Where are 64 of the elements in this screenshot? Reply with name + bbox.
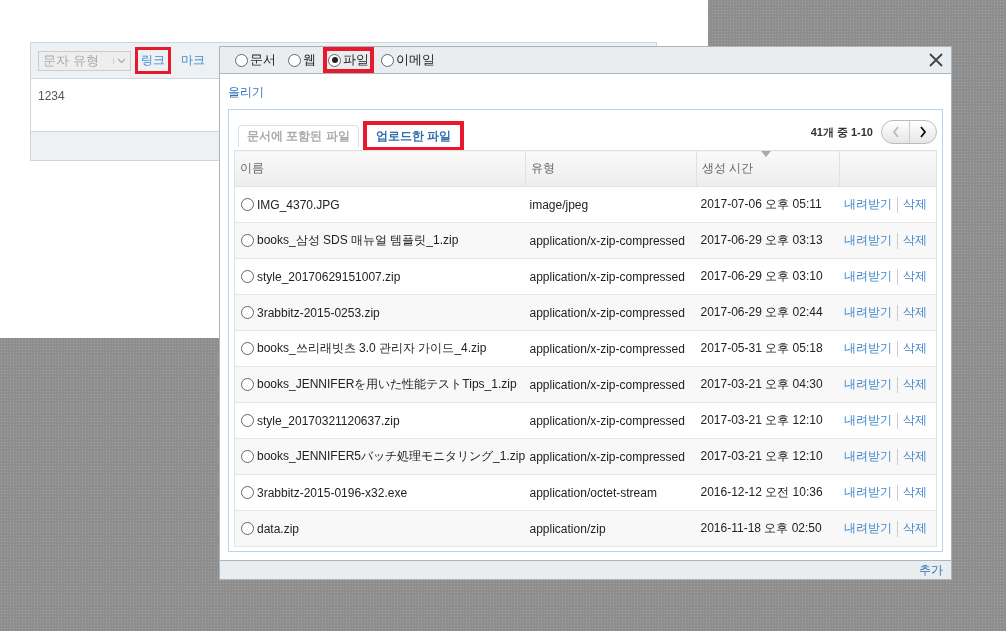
table-cell: 2016-12-12 오전 10:36 <box>696 474 840 511</box>
file-tab[interactable]: 문서에 포함된 파일 <box>238 125 359 147</box>
editor-text: 1234 <box>38 89 65 103</box>
download-link[interactable]: 내려받기 <box>843 521 892 535</box>
delete-link[interactable]: 삭제 <box>902 233 927 247</box>
column-header[interactable]: 유형 <box>525 150 697 187</box>
download-link[interactable]: 내려받기 <box>843 449 892 463</box>
download-link[interactable]: 내려받기 <box>843 377 892 391</box>
delete-link[interactable]: 삭제 <box>902 305 927 319</box>
table-cell: 2016-11-18 오후 02:50 <box>696 510 840 547</box>
close-icon[interactable] <box>929 53 943 67</box>
file-radio[interactable]: style_20170629151007.zip <box>237 269 522 284</box>
chevron-down-icon <box>113 57 126 64</box>
table-cell: 2017-03-21 오후 04:30 <box>696 366 840 403</box>
delete-link[interactable]: 삭제 <box>902 485 927 499</box>
file-radio[interactable]: IMG_4370.JPG <box>237 197 522 212</box>
download-link[interactable]: 내려받기 <box>843 485 892 499</box>
table-cell: application/x-zip-compressed <box>525 330 697 367</box>
source-radio[interactable]: 문서 <box>234 51 277 69</box>
source-radio[interactable]: 웹 <box>287 51 317 69</box>
table-cell: 2017-06-29 오후 03:13 <box>696 222 840 259</box>
table-cell: 2017-03-21 오후 12:10 <box>696 402 840 439</box>
delete-link[interactable]: 삭제 <box>902 521 927 535</box>
delete-link[interactable]: 삭제 <box>902 269 927 283</box>
file-radio[interactable]: style_20170321120637.zip <box>237 413 522 428</box>
table-cell: application/x-zip-compressed <box>525 222 697 259</box>
table-cell: application/octet-stream <box>525 474 697 511</box>
file-radio[interactable]: books_쓰리래빗츠 3.0 관리자 가이드_4.zip <box>237 340 522 357</box>
toolbar-link[interactable]: 링크 <box>135 47 171 74</box>
page-summary: 41개 중 1-10 <box>810 124 873 140</box>
file-radio[interactable]: 3rabbitz-2015-0196-x32.exe <box>237 485 522 500</box>
table-cell: application/x-zip-compressed <box>525 294 697 331</box>
chevron-right-icon <box>919 126 927 138</box>
table-cell: 2017-07-06 오후 05:11 <box>696 186 840 223</box>
table-cell: application/x-zip-compressed <box>525 438 697 475</box>
table-cell: 2017-06-29 오후 02:44 <box>696 294 840 331</box>
delete-link[interactable]: 삭제 <box>902 197 927 211</box>
column-header[interactable]: 이름 <box>234 150 526 187</box>
table-cell: 2017-03-21 오후 12:10 <box>696 438 840 475</box>
table-cell: 2017-05-31 오후 05:18 <box>696 330 840 367</box>
table-cell: application/x-zip-compressed <box>525 366 697 403</box>
table-cell: application/zip <box>525 510 697 547</box>
delete-link[interactable]: 삭제 <box>902 377 927 391</box>
upload-link[interactable]: 올리기 <box>228 82 264 101</box>
delete-link[interactable]: 삭제 <box>902 341 927 355</box>
download-link[interactable]: 내려받기 <box>843 305 892 319</box>
delete-link[interactable]: 삭제 <box>902 413 927 427</box>
chevron-left-icon <box>891 126 900 138</box>
table-cell: image/jpeg <box>525 186 697 223</box>
table-cell: application/x-zip-compressed <box>525 258 697 295</box>
sort-indicator-icon <box>761 151 771 157</box>
toolbar-link[interactable]: 마크 <box>175 47 211 74</box>
source-radio[interactable]: 이메일 <box>380 51 436 69</box>
delete-link[interactable]: 삭제 <box>902 449 927 463</box>
download-link[interactable]: 내려받기 <box>843 413 892 427</box>
column-header[interactable]: 생성 시간 <box>696 150 840 187</box>
table-cell: application/x-zip-compressed <box>525 402 697 439</box>
download-link[interactable]: 내려받기 <box>843 341 892 355</box>
add-link[interactable]: 추가 <box>919 561 943 579</box>
download-link[interactable]: 내려받기 <box>843 197 892 211</box>
table-cell: 2017-06-29 오후 03:10 <box>696 258 840 295</box>
download-link[interactable]: 내려받기 <box>843 269 892 283</box>
source-radio[interactable]: 파일 <box>327 51 370 69</box>
download-link[interactable]: 내려받기 <box>843 233 892 247</box>
